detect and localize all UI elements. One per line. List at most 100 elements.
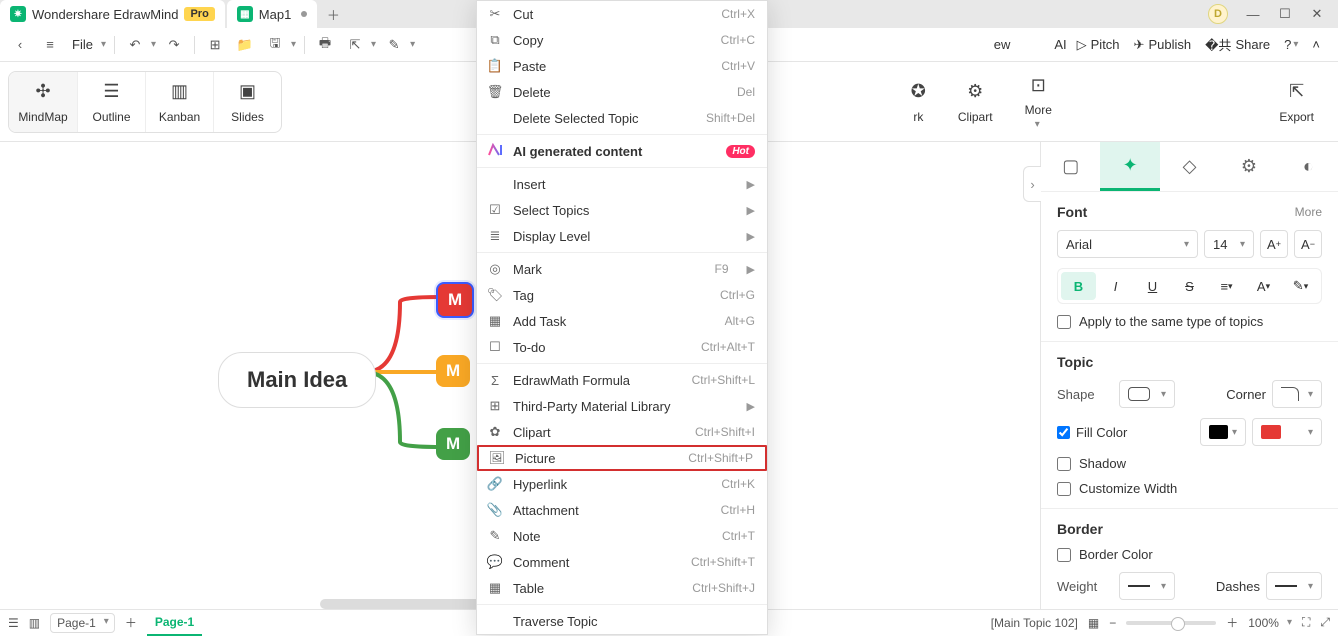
cm-todo[interactable]: ☐To-doCtrl+Alt+T [477,334,767,360]
shape-select[interactable]: ▾ [1119,380,1175,408]
cm-thirdparty[interactable]: ⊞Third-Party Material Library▶ [477,393,767,419]
strike-button[interactable]: S [1172,272,1207,300]
cm-delete[interactable]: 🗑DeleteDel [477,79,767,105]
view-outline[interactable]: ☰ Outline [77,72,145,132]
bold-button[interactable]: B [1061,272,1096,300]
highlight-button[interactable]: ✎▾ [1283,272,1318,300]
cm-select-topics[interactable]: ☑Select Topics▶ [477,197,767,223]
cm-ai-generated[interactable]: AI generated content Hot [477,138,767,164]
mark-button-fragment[interactable]: ✪ rk [895,72,942,132]
sb-outline-icon[interactable]: ☰ [8,616,19,630]
dashes-select[interactable]: ▾ [1266,572,1322,600]
shadow-checkbox[interactable] [1057,457,1071,471]
collapse-toolbar-button[interactable]: ˄ [1312,37,1320,52]
menu-button[interactable]: ≡ [38,33,62,57]
cm-comment[interactable]: 💬CommentCtrl+Shift+T [477,549,767,575]
font-more-link[interactable]: More [1295,205,1322,219]
maximize-button[interactable]: ☐ [1278,7,1292,21]
subtopic-2[interactable]: M [436,355,470,387]
cm-note[interactable]: ✎NoteCtrl+T [477,523,767,549]
panel-tab-style[interactable]: ▢ [1041,142,1100,191]
cm-table[interactable]: ▦TableCtrl+Shift+J [477,575,767,601]
cm-add-task[interactable]: ▦Add TaskAlt+G [477,308,767,334]
file-menu[interactable]: File [68,37,97,52]
save-button[interactable]: 🖫 [263,33,287,57]
font-decrease-button[interactable]: A− [1294,230,1322,258]
horizontal-scrollbar[interactable] [320,599,490,609]
cm-display-level[interactable]: ≣Display Level▶ [477,223,767,249]
sb-split-icon[interactable]: ▥ [29,616,40,630]
share-button[interactable]: �共Share [1205,35,1270,54]
cm-traverse[interactable]: Traverse Topic [477,608,767,634]
collapse-panel-button[interactable]: › [1023,166,1041,202]
fill-color-checkbox[interactable] [1057,426,1070,439]
fill-color-select[interactable]: ▾ [1252,418,1322,446]
corner-select[interactable]: ▾ [1272,380,1322,408]
clipart-button[interactable]: ⚙ Clipart [942,72,1009,132]
border-color-checkbox[interactable] [1057,548,1071,562]
cm-clipart[interactable]: ✿ClipartCtrl+Shift+I [477,419,767,445]
sb-grid-icon[interactable]: ▦ [1088,616,1099,630]
panel-tab-ai[interactable]: ✦ [1100,142,1159,191]
cm-attachment[interactable]: 📎AttachmentCtrl+H [477,497,767,523]
subtopic-3[interactable]: M [436,428,470,460]
cm-paste[interactable]: 📋PasteCtrl+V [477,53,767,79]
add-page-button[interactable]: ＋ [125,614,137,631]
publish-button[interactable]: ✈Publish [1134,37,1192,53]
main-idea-node[interactable]: Main Idea [218,352,376,408]
tab-ai[interactable]: AI [1050,37,1070,52]
export-ribbon-button[interactable]: ⇱ Export [1263,72,1330,132]
cm-insert[interactable]: Insert▶ [477,171,767,197]
cm-delete-selected[interactable]: Delete Selected TopicShift+Del [477,105,767,131]
app-tab[interactable]: ✷ Wondershare EdrawMind Pro [0,0,225,28]
align-button[interactable]: ≡▾ [1209,272,1244,300]
fullscreen-button[interactable]: ⤢ [1320,615,1330,630]
page-select[interactable]: Page-1 [50,613,115,633]
outline-color-select[interactable]: ▾ [1200,418,1246,446]
add-tab-button[interactable]: ＋ [319,0,347,28]
export-button[interactable]: ⇱ [343,33,367,57]
close-button[interactable]: ✕ [1310,7,1324,21]
weight-select[interactable]: ▾ [1119,572,1175,600]
page-tab[interactable]: Page-1 [147,610,202,636]
open-button[interactable]: 📁 [233,33,257,57]
apply-same-checkbox[interactable] [1057,315,1071,329]
fit-screen-button[interactable]: ⛶ [1302,615,1310,630]
document-tab[interactable]: ▦ Map1 [227,0,318,28]
undo-button[interactable]: ↶ [123,33,147,57]
custom-width-checkbox[interactable] [1057,482,1071,496]
zoom-out-button[interactable]: − [1109,616,1116,630]
cm-copy[interactable]: ⧉CopyCtrl+C [477,27,767,53]
font-family-select[interactable]: Arial▾ [1057,230,1198,258]
view-kanban[interactable]: ▥ Kanban [145,72,213,132]
new-button[interactable]: ⊞ [203,33,227,57]
tab-view-fragment[interactable]: ew [990,37,1015,52]
panel-tab-history[interactable]: ◐ [1279,142,1338,191]
subtopic-1[interactable]: M [436,282,474,318]
user-avatar[interactable]: D [1208,4,1228,24]
print-button[interactable]: 🖶 [313,33,337,57]
cm-cut[interactable]: ✂CutCtrl+X [477,1,767,27]
panel-tab-theme[interactable]: ◇ [1160,142,1219,191]
cm-mark[interactable]: ◎MarkF9▶ [477,256,767,282]
redo-button[interactable]: ↷ [162,33,186,57]
font-increase-button[interactable]: A+ [1260,230,1288,258]
font-color-button[interactable]: A▾ [1246,272,1281,300]
cm-hyperlink[interactable]: 🔗HyperlinkCtrl+K [477,471,767,497]
minimize-button[interactable]: — [1246,7,1260,21]
zoom-slider[interactable] [1126,621,1216,625]
underline-button[interactable]: U [1135,272,1170,300]
pitch-button[interactable]: ▷Pitch [1077,37,1120,53]
cm-picture[interactable]: 🖼PictureCtrl+Shift+P [477,445,767,471]
cm-edrawmath[interactable]: ΣEdrawMath FormulaCtrl+Shift+L [477,367,767,393]
view-mindmap[interactable]: ✣ MindMap [9,72,77,132]
edit-button[interactable]: ✎ [382,33,406,57]
more-button[interactable]: ⊡ More ▾ [1009,65,1068,138]
help-button[interactable]: ?▾ [1284,37,1298,52]
cm-tag[interactable]: 🏷TagCtrl+G [477,282,767,308]
back-button[interactable]: ‹ [8,33,32,57]
view-slides[interactable]: ▣ Slides [213,72,281,132]
zoom-in-button[interactable]: ＋ [1226,614,1238,631]
italic-button[interactable]: I [1098,272,1133,300]
font-size-select[interactable]: 14▾ [1204,230,1254,258]
